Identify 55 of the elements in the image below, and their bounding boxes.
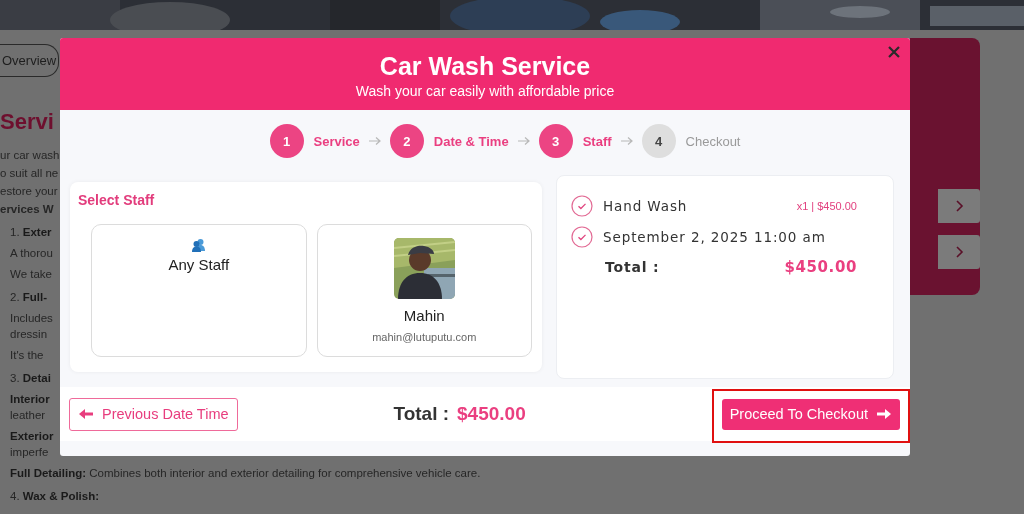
close-icon [888, 46, 900, 58]
body-text: o suit all ne [0, 166, 59, 181]
body-text: Interior [10, 392, 50, 407]
arrow-right-icon [367, 136, 382, 146]
arrow-right-icon [516, 136, 531, 146]
body-text: dressin [10, 327, 48, 342]
body-text: imperfe [10, 445, 49, 460]
staff-card[interactable]: Any Staff [91, 224, 307, 357]
arrow-right-icon [876, 409, 891, 419]
body-text: leather [10, 408, 46, 423]
checkout-button[interactable]: Proceed To Checkout [721, 398, 900, 430]
chevron-button[interactable] [938, 189, 980, 223]
body-text: estore your [0, 184, 58, 199]
total-amount: $450.00 [784, 258, 857, 276]
check-circle-icon [571, 194, 593, 217]
check-circle-icon [571, 225, 593, 248]
body-text: ur car wash [0, 148, 60, 163]
overview-tab[interactable]: Overview [0, 44, 60, 77]
body-text: It's the [10, 348, 44, 363]
staff-name: Any Staff [168, 256, 230, 273]
list-item-text: 4. Wax & Polish: [10, 489, 100, 504]
step-tab[interactable]: 2 Date & Time [389, 124, 509, 158]
section-heading: Servi [0, 109, 54, 135]
total-label: Total : [393, 403, 450, 425]
panel-title: Select Staff [78, 192, 156, 208]
body-text: We take [10, 267, 52, 282]
body-text: Includes [10, 311, 53, 326]
modal-subtitle: Wash your car easily with affordable price [355, 82, 615, 99]
staff-card[interactable]: Mahin mahin@lutuputu.com [316, 224, 532, 357]
close-button[interactable] [886, 44, 902, 60]
chevron-right-icon [954, 246, 964, 258]
step-tab[interactable]: 4 Checkout [641, 124, 741, 158]
step-tab[interactable]: 1 Service [269, 124, 360, 158]
body-text: ervices W [0, 202, 54, 217]
arrow-right-icon [619, 136, 634, 146]
body-text: Exterior [10, 429, 54, 444]
total-amount: $450.00 [457, 403, 526, 425]
staff-email: mahin@lutuputu.com [372, 331, 477, 343]
chevron-button[interactable] [938, 235, 980, 269]
staff-name: Mahin [403, 307, 445, 324]
arrow-left-icon [79, 409, 94, 419]
users-icon [191, 238, 207, 252]
list-item-text: 1. Exter [10, 225, 52, 240]
summary-item: Hand Wash [603, 197, 688, 214]
list-item-text: 3. Detai [10, 371, 51, 386]
body-text: Full Detailing: Combines both interior and exterior detailing for comprehensive vehicle care. [10, 466, 481, 481]
modal-title: Car Wash Service [379, 51, 591, 81]
chevron-right-icon [954, 200, 964, 212]
body-text: A thorou [10, 246, 53, 261]
item-price: x1 | $450.00 [796, 199, 857, 212]
summary-item: September 2, 2025 11:00 am [603, 228, 826, 245]
previous-button[interactable]: Previous Date Time [69, 397, 238, 431]
step-tab[interactable]: 3 Staff [538, 124, 612, 158]
total-label: Total : [605, 259, 660, 275]
list-item-text: 2. Full- [10, 290, 48, 305]
